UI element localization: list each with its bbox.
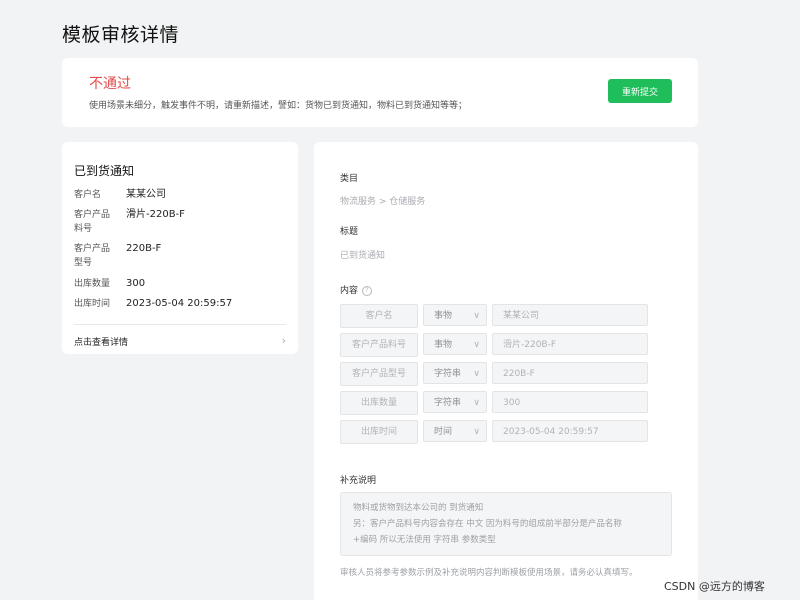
preview-label: 出库时间 (74, 299, 111, 309)
param-type-value: 事物 (434, 311, 453, 321)
chevron-right-icon: › (281, 334, 286, 347)
chevron-down-icon: ∨ (473, 398, 480, 408)
param-name-field[interactable]: 出库数量 (340, 391, 418, 415)
content-label: 内容? (340, 283, 373, 296)
review-status-card: 不通过 使用场景未细分，触发事件不明，请重新描述，譬如：货物已到货通知，物料已到… (62, 58, 698, 127)
page-title: 模板审核详情 (62, 24, 180, 46)
supplement-label: 补充说明 (340, 476, 377, 486)
param-example-field[interactable]: 300 (492, 391, 648, 413)
preview-row-quantity: 出库数量 300 (74, 277, 145, 291)
preview-label: 客户产品料号 (74, 210, 111, 234)
watermark: CSDN @远方的博客 (664, 580, 765, 593)
param-type-value: 事物 (434, 340, 453, 350)
preview-value: 300 (126, 278, 146, 289)
resubmit-button[interactable]: 重新提交 (608, 79, 672, 103)
title-label: 标题 (340, 227, 359, 237)
param-example-field[interactable]: 某某公司 (492, 304, 648, 326)
supplement-line: 另：客户产品料号内容会存在 中文 因为料号的组成前半部分是产品名称 (353, 519, 622, 529)
supplement-line: 物料或货物到达本公司的 到货通知 (353, 503, 484, 513)
preview-title: 已到货通知 (74, 164, 135, 178)
content-label-text: 内容 (340, 286, 359, 296)
preview-label: 出库数量 (74, 279, 111, 289)
help-icon[interactable]: ? (362, 286, 373, 296)
param-type-select[interactable]: 字符串 ∨ (423, 391, 487, 413)
preview-value: 2023-05-04 20:59:57 (126, 298, 233, 309)
status-title: 不通过 (89, 76, 131, 92)
preview-row-customer: 客户名 某某公司 (74, 188, 166, 202)
review-note: 审核人员将参考参数示例及补充说明内容判断模板使用场景，请务必认真填写。 (340, 568, 638, 578)
param-name-field[interactable]: 客户产品料号 (340, 333, 418, 357)
param-type-select[interactable]: 时间 ∨ (423, 420, 487, 442)
param-name-field[interactable]: 出库时间 (340, 420, 418, 444)
supplement-line: +编码 所以无法使用 字符串 参数类型 (353, 535, 496, 545)
preview-row-part-number: 客户产品料号 滑片-220B-F (74, 208, 185, 236)
category-value: 物流服务 > 仓储服务 (340, 197, 426, 207)
chevron-down-icon: ∨ (473, 369, 480, 379)
param-type-value: 字符串 (434, 398, 462, 408)
category-label: 类目 (340, 174, 359, 184)
chevron-down-icon: ∨ (473, 340, 480, 350)
preview-value: 滑片-220B-F (126, 209, 185, 220)
preview-label: 客户产品型号 (74, 244, 111, 268)
template-detail-card: 类目 物流服务 > 仓储服务 标题 已到货通知 内容? 客户名 事物 ∨ 某某公司… (314, 142, 698, 600)
chevron-down-icon: ∨ (473, 427, 480, 437)
chevron-down-icon: ∨ (473, 311, 480, 321)
preview-value: 220B-F (126, 243, 162, 254)
title-value: 已到货通知 (340, 251, 386, 261)
param-type-select[interactable]: 字符串 ∨ (423, 362, 487, 384)
supplement-textarea[interactable]: 物料或货物到达本公司的 到货通知 另：客户产品料号内容会存在 中文 因为料号的组… (340, 492, 672, 556)
param-example-field[interactable]: 2023-05-04 20:59:57 (492, 420, 648, 442)
preview-value: 某某公司 (126, 189, 166, 200)
message-preview-card: 已到货通知 客户名 某某公司 客户产品料号 滑片-220B-F 客户产品型号 2… (62, 142, 298, 354)
preview-row-model: 客户产品型号 220B-F (74, 242, 161, 270)
view-details-link[interactable]: 点击查看详情 › (74, 334, 286, 349)
param-name-field[interactable]: 客户名 (340, 304, 418, 328)
view-details-label: 点击查看详情 (74, 338, 129, 348)
param-name-field[interactable]: 客户产品型号 (340, 362, 418, 386)
param-type-select[interactable]: 事物 ∨ (423, 333, 487, 355)
param-example-field[interactable]: 滑片-220B-F (492, 333, 648, 355)
preview-label: 客户名 (74, 190, 102, 200)
divider (74, 324, 286, 325)
param-type-select[interactable]: 事物 ∨ (423, 304, 487, 326)
param-example-field[interactable]: 220B-F (492, 362, 648, 384)
param-type-value: 字符串 (434, 369, 462, 379)
rejection-reason: 使用场景未细分，触发事件不明，请重新描述，譬如：货物已到货通知，物料已到货通知等… (89, 101, 468, 111)
param-type-value: 时间 (434, 427, 453, 437)
preview-row-time: 出库时间 2023-05-04 20:59:57 (74, 297, 232, 311)
